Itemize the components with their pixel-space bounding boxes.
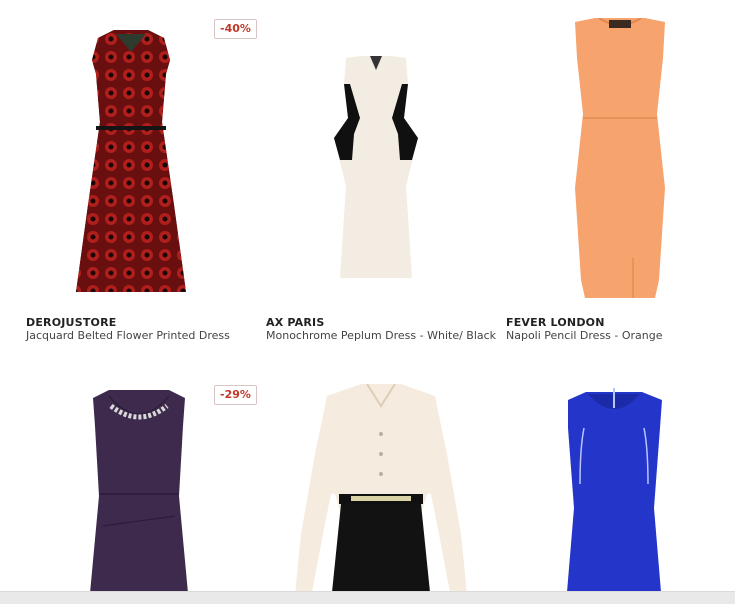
product-brand[interactable]: AX PARIS (266, 316, 324, 329)
product-image[interactable] (561, 18, 735, 302)
product-name[interactable]: Jacquard Belted Flower Printed Dress (26, 329, 230, 342)
product-image[interactable] (66, 30, 296, 302)
product-image[interactable] (83, 386, 313, 604)
product-name[interactable]: Napoli Pencil Dress - Orange (506, 329, 663, 342)
product-image[interactable] (291, 384, 521, 604)
product-image[interactable] (326, 56, 556, 282)
product-name[interactable]: Monochrome Peplum Dress - White/ Black (266, 329, 496, 342)
product-grid: -40% DEROJUSTORE Jacquard Belted Flower … (0, 0, 735, 604)
horizontal-scrollbar[interactable] (0, 591, 735, 604)
product-brand[interactable]: DEROJUSTORE (26, 316, 116, 329)
discount-badge: -40% (214, 19, 257, 39)
product-brand[interactable]: FEVER LONDON (506, 316, 605, 329)
discount-badge: -29% (214, 385, 257, 405)
product-image[interactable] (558, 388, 735, 604)
